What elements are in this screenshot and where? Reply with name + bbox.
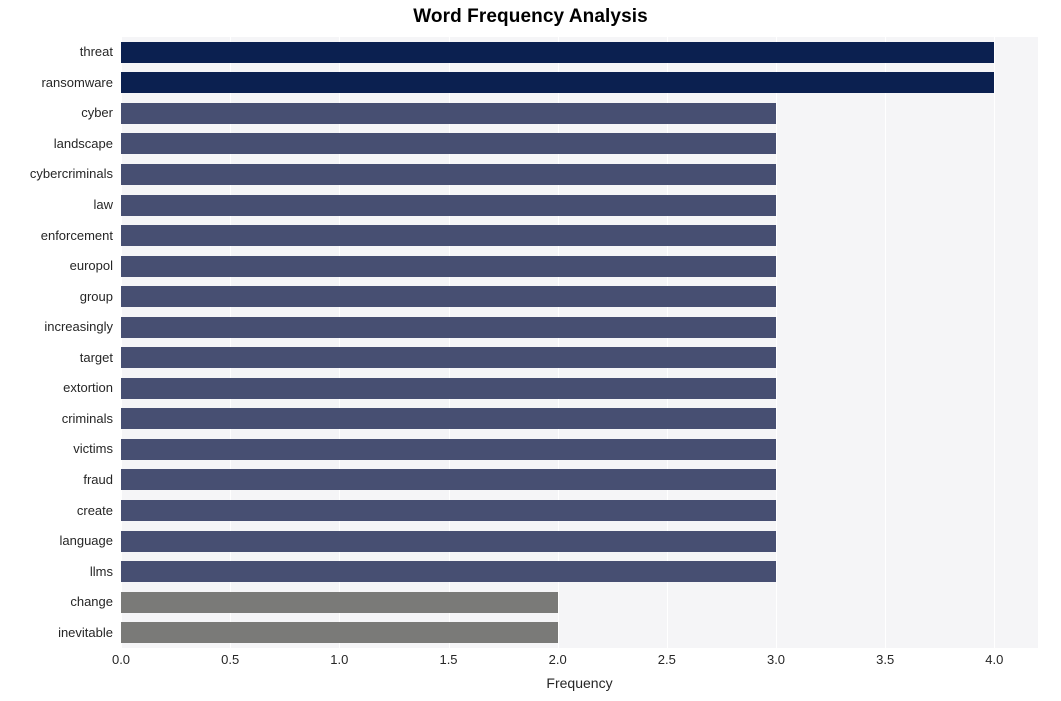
bar-row <box>121 255 1038 277</box>
bar-row <box>121 102 1038 124</box>
bar-row <box>121 500 1038 522</box>
y-tick-label-threat: threat <box>79 44 113 60</box>
y-tick-label-cybercriminals: cybercriminals <box>29 166 113 182</box>
x-tick-label-1.0: 1.0 <box>330 652 349 667</box>
bar-cyber[interactable] <box>121 102 776 124</box>
bar-row <box>121 591 1038 613</box>
y-axis-tick-labels: threat ransomware cyber landscape cybercrimi… <box>0 37 113 648</box>
bar-create[interactable] <box>121 500 776 522</box>
bar-inevitable[interactable] <box>121 622 558 644</box>
bar-row <box>121 347 1038 369</box>
plot-area <box>121 37 1038 648</box>
bar-row <box>121 408 1038 430</box>
bar-increasingly[interactable] <box>121 316 776 338</box>
bar-law[interactable] <box>121 194 776 216</box>
y-tick-label-group: group <box>79 288 113 304</box>
x-tick-label-0.5: 0.5 <box>221 652 240 667</box>
x-tick-label-3.5: 3.5 <box>876 652 895 667</box>
chart-title: Word Frequency Analysis <box>413 6 648 27</box>
bar-europol[interactable] <box>121 255 776 277</box>
bar-extortion[interactable] <box>121 377 776 399</box>
y-tick-label-criminals: criminals <box>61 410 113 426</box>
bar-row <box>121 530 1038 552</box>
bar-row <box>121 316 1038 338</box>
bar-row <box>121 41 1038 63</box>
bar-target[interactable] <box>121 347 776 369</box>
bar-language[interactable] <box>121 530 776 552</box>
bar-row <box>121 469 1038 491</box>
y-tick-label-target: target <box>79 349 113 365</box>
bar-row <box>121 194 1038 216</box>
bar-ransomware[interactable] <box>121 72 995 94</box>
y-tick-label-increasingly: increasingly <box>44 319 113 335</box>
y-tick-label-inevitable: inevitable <box>58 624 113 640</box>
x-axis-title: Frequency <box>546 675 613 691</box>
bars-container <box>121 37 1038 648</box>
y-tick-label-language: language <box>59 533 114 549</box>
bar-row <box>121 622 1038 644</box>
y-tick-label-llms: llms <box>89 563 113 579</box>
bar-landscape[interactable] <box>121 133 776 155</box>
y-tick-label-create: create <box>76 502 113 518</box>
y-tick-label-fraud: fraud <box>83 471 113 487</box>
bar-row <box>121 377 1038 399</box>
y-tick-label-europol: europol <box>69 258 113 274</box>
bar-row <box>121 163 1038 185</box>
y-tick-label-change: change <box>70 594 113 610</box>
y-tick-label-cyber: cyber <box>81 105 113 121</box>
bar-change[interactable] <box>121 591 558 613</box>
bar-llms[interactable] <box>121 561 776 583</box>
bar-row <box>121 72 1038 94</box>
bar-threat[interactable] <box>121 41 995 63</box>
y-tick-label-ransomware: ransomware <box>41 74 113 90</box>
y-tick-label-landscape: landscape <box>53 135 113 151</box>
x-axis-tick-labels: 0.0 0.5 1.0 1.5 2.0 2.5 3.0 3.5 4.0 <box>0 652 1061 672</box>
bar-fraud[interactable] <box>121 469 776 491</box>
bar-criminals[interactable] <box>121 408 776 430</box>
bar-row <box>121 225 1038 247</box>
bar-row <box>121 133 1038 155</box>
y-tick-label-extortion: extortion <box>63 380 113 396</box>
x-tick-label-3.0: 3.0 <box>766 652 786 667</box>
x-tick-label-2.5: 2.5 <box>657 652 676 667</box>
x-tick-label-0.0: 0.0 <box>111 652 131 667</box>
x-tick-label-4.0: 4.0 <box>985 652 1004 667</box>
y-tick-label-law: law <box>93 197 113 213</box>
y-tick-label-victims: victims <box>73 441 113 457</box>
bar-cybercriminals[interactable] <box>121 163 776 185</box>
x-tick-label-2.0: 2.0 <box>548 652 567 667</box>
bar-enforcement[interactable] <box>121 225 776 247</box>
bar-victims[interactable] <box>121 438 776 460</box>
bar-row <box>121 286 1038 308</box>
chart-figure: Word Frequency Analysis threat ransomware… <box>0 0 1061 701</box>
bar-row <box>121 561 1038 583</box>
x-tick-label-1.5: 1.5 <box>439 652 458 667</box>
bar-row <box>121 438 1038 460</box>
y-tick-label-enforcement: enforcement <box>40 227 113 243</box>
bar-group[interactable] <box>121 286 776 308</box>
